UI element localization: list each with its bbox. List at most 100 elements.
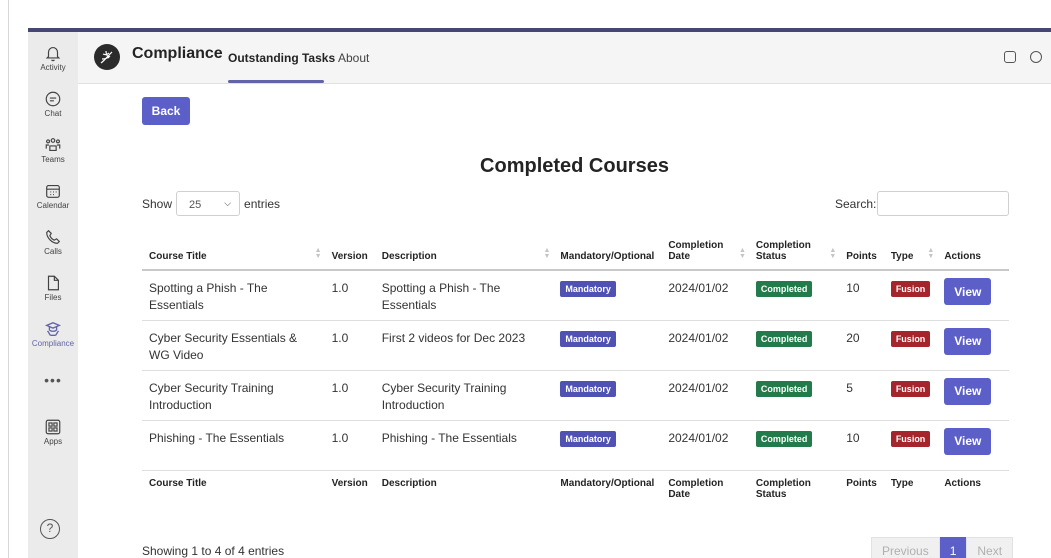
refresh-icon[interactable] xyxy=(1030,51,1042,63)
more-apps-icon[interactable]: ••• xyxy=(28,372,78,388)
mandatory-badge: Mandatory xyxy=(560,380,616,397)
rail-item-compliance[interactable]: Compliance xyxy=(28,314,78,360)
cell-mandatory: Mandatory xyxy=(553,320,662,371)
sort-icon: ▲ ▼ xyxy=(543,247,551,260)
rail-item-activity[interactable]: Activity xyxy=(28,38,78,84)
back-button[interactable]: Back xyxy=(142,97,190,125)
column-header-completion-date[interactable]: Completion Date ▲ ▼ xyxy=(661,229,749,271)
cell-actions: View xyxy=(937,370,1009,421)
sort-icon: ▲ ▼ xyxy=(738,247,746,260)
entries-per-page-value: 25 xyxy=(189,199,202,211)
cell-points: 5 xyxy=(839,370,884,421)
rail-label: Chat xyxy=(44,109,62,118)
rail-item-calls[interactable]: Calls xyxy=(28,222,78,268)
cell-type: Fusion xyxy=(883,370,938,421)
cell-description: First 2 videos for Dec 2023 xyxy=(374,320,554,371)
app-rail: Activity Chat Teams Calendar Calls Files… xyxy=(28,32,78,558)
cell-course-title: Cyber Security Essentials & WG Video xyxy=(142,320,325,371)
view-button[interactable]: View xyxy=(944,278,992,305)
footer-course-title: Course Title xyxy=(142,469,325,510)
cell-version: 1.0 xyxy=(324,420,375,471)
footer-mandatory: Mandatory/Optional xyxy=(553,469,662,510)
table-row: Phishing - The Essentials 1.0 Phishing -… xyxy=(142,420,1009,471)
cell-completion-status: Completed xyxy=(748,270,840,321)
cell-completion-date: 2024/01/02 xyxy=(661,420,749,471)
footer-completion-status: Completion Status xyxy=(748,469,840,510)
mandatory-badge: Mandatory xyxy=(560,330,616,347)
cell-description: Phishing - The Essentials xyxy=(374,420,554,471)
mandatory-badge: Mandatory xyxy=(560,281,616,297)
sort-icon: ▲ ▼ xyxy=(927,247,935,260)
column-header-version[interactable]: Version xyxy=(324,229,375,271)
footer-type: Type xyxy=(883,469,938,510)
active-tab-indicator xyxy=(228,80,324,83)
cell-version: 1.0 xyxy=(324,320,375,371)
cell-completion-status: Completed xyxy=(748,370,840,421)
cell-points: 10 xyxy=(839,270,884,321)
cell-type: Fusion xyxy=(883,420,938,471)
cell-version: 1.0 xyxy=(324,370,375,421)
popout-icon[interactable] xyxy=(1004,51,1016,63)
teams-window: Activity Chat Teams Calendar Calls Files… xyxy=(28,28,1051,558)
rail-label: Teams xyxy=(41,155,65,164)
cell-completion-date: 2024/01/02 xyxy=(661,370,749,421)
compliance-logo-icon xyxy=(94,44,120,70)
column-header-type[interactable]: Type ▲ ▼ xyxy=(883,229,938,271)
main-content: Back Completed Courses Show 25 ⌵ entries… xyxy=(78,85,1051,558)
help-icon[interactable]: ? xyxy=(40,519,60,539)
cell-points: 10 xyxy=(839,420,884,471)
file-icon xyxy=(47,275,59,291)
rail-label: Activity xyxy=(40,63,66,72)
rail-item-teams[interactable]: Teams xyxy=(28,130,78,176)
table-footer-row: Course Title Version Description Mandato… xyxy=(142,469,1009,510)
rail-label: Apps xyxy=(43,437,63,446)
view-button[interactable]: View xyxy=(944,427,992,455)
search-input[interactable] xyxy=(877,191,1009,216)
mandatory-badge: Mandatory xyxy=(560,430,616,447)
window-edge xyxy=(8,0,9,558)
completed-badge: Completed xyxy=(755,380,813,397)
cell-completion-status: Completed xyxy=(748,420,840,471)
type-badge: Fusion xyxy=(890,330,931,347)
cell-mandatory: Mandatory xyxy=(553,420,662,471)
pagination: Previous 1 Next xyxy=(871,537,1014,558)
rail-item-calendar[interactable]: Calendar xyxy=(28,176,78,222)
search-label: Search: xyxy=(835,197,877,211)
next-page-button[interactable]: Next xyxy=(966,537,1014,558)
cell-actions: View xyxy=(937,420,1009,471)
rail-item-files[interactable]: Files xyxy=(28,268,78,314)
tab-outstanding-tasks[interactable]: Outstanding Tasks xyxy=(228,51,335,65)
sort-icon: ▲ ▼ xyxy=(829,247,837,260)
cell-description: Cyber Security Training Introduction xyxy=(374,370,554,421)
table-row: Spotting a Phish - The Essentials 1.0 Sp… xyxy=(142,270,1009,321)
cell-type: Fusion xyxy=(883,270,938,321)
show-label: Show xyxy=(142,196,173,211)
type-badge: Fusion xyxy=(890,380,931,397)
cell-points: 20 xyxy=(839,320,884,371)
cell-actions: View xyxy=(937,270,1009,321)
cell-description: Spotting a Phish - The Essentials xyxy=(374,270,554,321)
footer-description: Description xyxy=(374,469,554,510)
cell-course-title: Spotting a Phish - The Essentials xyxy=(142,270,325,321)
tab-about[interactable]: About xyxy=(338,51,369,65)
column-header-points[interactable]: Points xyxy=(839,229,884,271)
view-button[interactable]: View xyxy=(944,327,992,355)
previous-page-button[interactable]: Previous xyxy=(871,537,940,558)
teams-icon xyxy=(45,138,61,151)
cell-course-title: Cyber Security Training Introduction xyxy=(142,370,325,421)
page-title: Completed Courses xyxy=(480,155,669,177)
footer-points: Points xyxy=(839,469,884,510)
rail-item-apps[interactable]: Apps xyxy=(28,412,78,458)
entries-per-page-select[interactable]: 25 ⌵ xyxy=(176,191,241,216)
rail-item-chat[interactable]: Chat xyxy=(28,84,78,130)
table-row: Cyber Security Essentials & WG Video 1.0… xyxy=(142,320,1009,371)
footer-completion-date: Completion Date xyxy=(661,469,749,510)
column-header-mandatory[interactable]: Mandatory/Optional xyxy=(553,229,662,271)
view-button[interactable]: View xyxy=(944,377,992,405)
column-header-description[interactable]: Description ▲ ▼ xyxy=(374,229,554,271)
chevron-down-icon: ⌵ xyxy=(224,198,232,208)
column-header-completion-status[interactable]: Completion Status ▲ ▼ xyxy=(748,229,840,271)
column-header-course-title[interactable]: Course Title ▲ ▼ xyxy=(142,229,325,271)
table-info: Showing 1 to 4 of 4 entries xyxy=(142,544,285,558)
page-1-button[interactable]: 1 xyxy=(939,537,967,558)
